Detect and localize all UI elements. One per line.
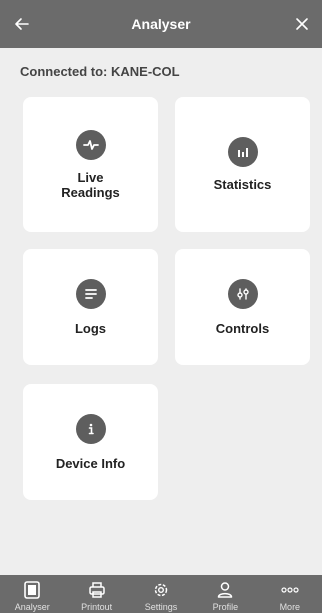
nav-item-analyser[interactable]: Analyser [0,575,64,613]
tile-label: Device Info [55,455,126,471]
sliders-icon [227,278,258,309]
nav-item-settings[interactable]: Settings [129,575,193,613]
nav-item-profile[interactable]: Profile [193,575,257,613]
nav-label: Settings [144,602,178,612]
bottom-navigation: Analyser Printout Settings Profile More [0,575,322,613]
tile-label: Statistics [213,177,272,192]
tile-controls[interactable]: Controls [175,249,310,365]
tile-statistics[interactable]: Statistics [175,97,310,232]
nav-label: More [279,602,301,612]
tile-label-line2: Readings [61,184,120,200]
tile-device-info[interactable]: Device Info [23,384,158,500]
top-app-bar: Analyser [0,0,322,48]
back-arrow-icon[interactable] [10,12,34,36]
nav-item-more[interactable]: More [258,575,322,613]
info-icon [75,413,106,444]
tile-label: Live Readings [61,170,120,200]
nav-label: Profile [212,602,239,612]
nav-label: Printout [81,602,113,612]
close-icon[interactable] [290,12,314,36]
list-icon [75,278,106,309]
page-title: Analyser [131,16,191,32]
printer-icon [86,579,108,601]
tile-label: Controls [215,320,270,336]
tile-label-line1: Live [77,169,104,185]
tile-logs[interactable]: Logs [23,249,158,365]
person-icon [214,579,236,601]
more-icon [279,579,301,601]
tile-live-readings[interactable]: Live Readings [23,97,158,232]
pulse-icon [75,129,106,160]
tile-label: Logs [74,320,107,336]
tablet-icon [21,579,43,601]
nav-label: Analyser [14,602,50,612]
gear-icon [150,579,172,601]
bar-chart-icon [227,137,258,167]
connection-status: Connected to: KANE-COL [20,64,180,79]
nav-item-printout[interactable]: Printout [64,575,128,613]
